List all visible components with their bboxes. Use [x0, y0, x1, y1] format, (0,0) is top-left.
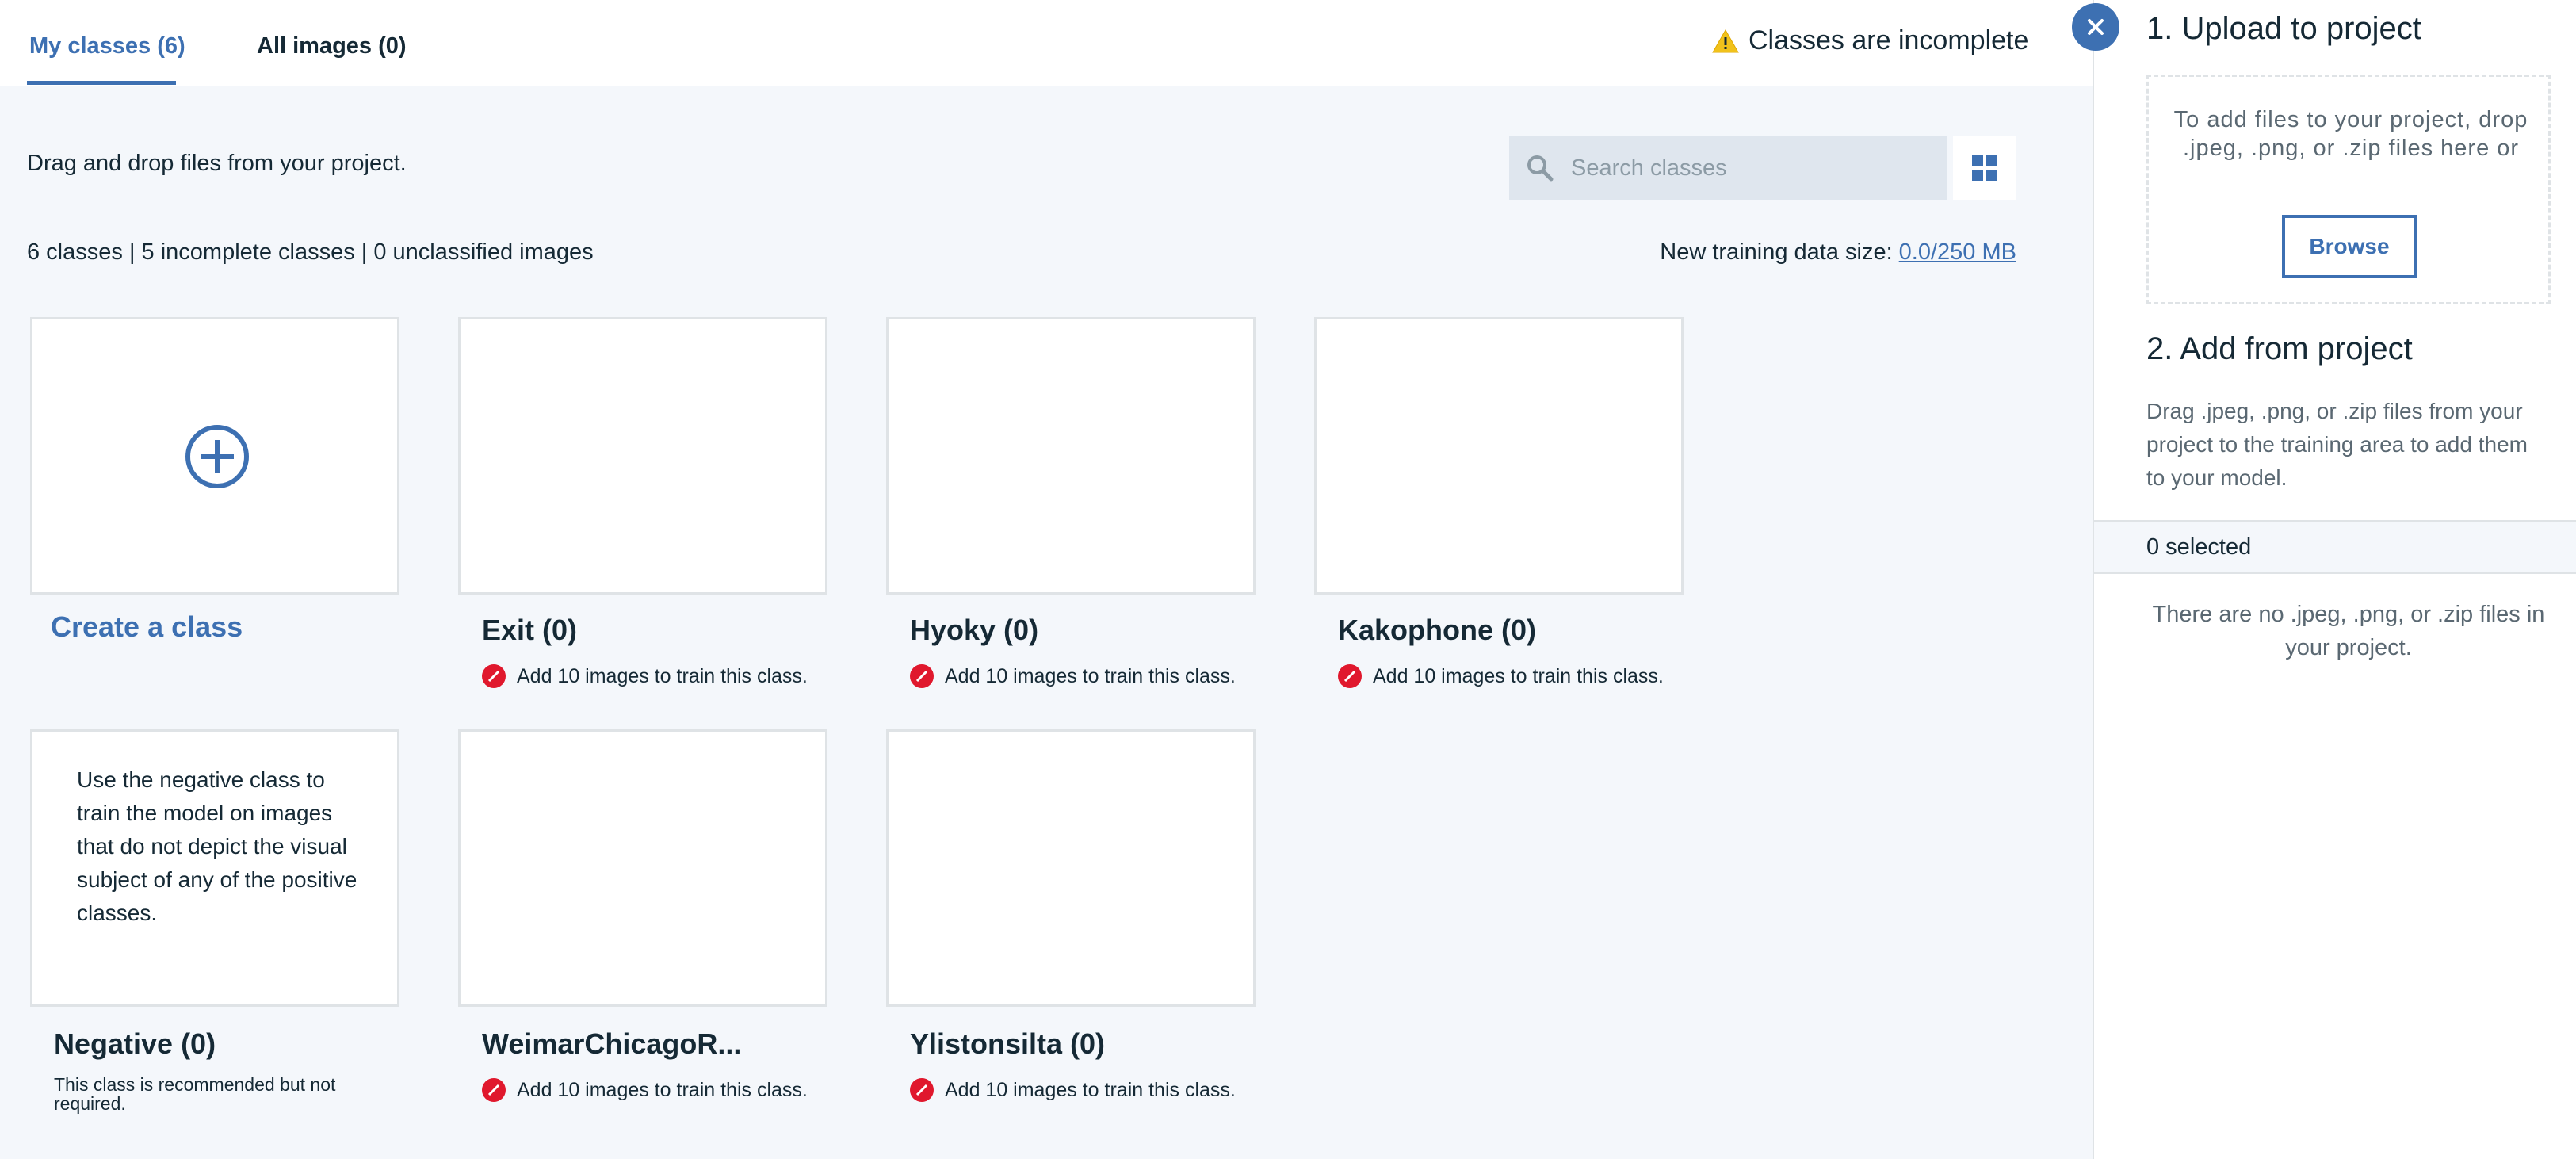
class-card-weimarchicago[interactable] [458, 729, 827, 1007]
class-warning: Add 10 images to train this class. [482, 664, 808, 688]
close-panel-button[interactable] [2072, 3, 2119, 51]
empty-files-message: There are no .jpeg, .png, or .zip files … [2152, 602, 2545, 660]
class-warning: Add 10 images to train this class. [910, 664, 1236, 688]
negative-class-title: Negative (0) [54, 1027, 216, 1060]
add-from-project-text: Drag .jpeg, .png, or .zip files from you… [2146, 399, 2528, 490]
class-title: Kakophone (0) [1338, 614, 1537, 646]
class-warning-text: Add 10 images to train this class. [517, 1078, 808, 1101]
class-warning: Add 10 images to train this class. [1338, 664, 1664, 688]
upload-dropzone[interactable]: To add files to your project, drop .jpeg… [2146, 75, 2551, 304]
class-stats: 6 classes | 5 incomplete classes | 0 unc… [27, 239, 594, 265]
class-warning-text: Add 10 images to train this class. [1373, 664, 1664, 687]
search-input[interactable] [1569, 154, 1937, 182]
selection-bar: 0 selected [2094, 520, 2576, 574]
training-area: My classes (6) All images (0) Classes ar… [0, 0, 2093, 1159]
browse-button[interactable]: Browse [2282, 215, 2417, 278]
add-circle-icon [185, 425, 249, 488]
class-warning-text: Add 10 images to train this class. [945, 664, 1236, 687]
error-icon [1338, 664, 1362, 688]
error-icon [482, 664, 506, 688]
warning-icon [1712, 29, 1739, 52]
create-class-label[interactable]: Create a class [51, 610, 243, 644]
error-icon [910, 664, 934, 688]
class-card-ylistonsilta[interactable] [886, 729, 1256, 1007]
class-warning: Add 10 images to train this class. [482, 1078, 808, 1102]
class-card-hyoky[interactable] [886, 317, 1256, 595]
class-card-exit[interactable] [458, 317, 827, 595]
size-label: New training data size: [1660, 239, 1893, 265]
negative-class-note: This class is recommended but not requir… [54, 1074, 336, 1114]
upload-heading: 1. Upload to project [2146, 11, 2421, 46]
class-title: Hyoky (0) [910, 614, 1039, 646]
data-side-panel: 1. Upload to project To add files to you… [2093, 0, 2576, 1159]
drag-hint: Drag and drop files from your project. [27, 151, 407, 176]
class-warning-text: Add 10 images to train this class. [945, 1078, 1236, 1101]
class-title: WeimarChicagoR... [482, 1027, 742, 1060]
negative-class-card[interactable]: Use the negative class to train the mode… [30, 729, 399, 1007]
search-box [1509, 136, 1947, 200]
selected-count: 0 selected [2146, 534, 2252, 560]
tab-my-classes[interactable]: My classes (6) [29, 33, 185, 59]
tab-bar: My classes (6) All images (0) Classes ar… [0, 0, 2093, 86]
class-title: Ylistonsilta (0) [910, 1027, 1106, 1060]
tab-all-images[interactable]: All images (0) [257, 33, 407, 59]
class-card-kakophone[interactable] [1314, 317, 1684, 595]
incomplete-warning: Classes are incomplete [1712, 25, 2028, 56]
size-link[interactable]: 0.0/250 MB [1899, 239, 2016, 265]
warning-text: Classes are incomplete [1749, 25, 2029, 55]
grid-view-icon [1972, 155, 1997, 181]
search-icon [1527, 155, 1554, 182]
error-icon [482, 1078, 506, 1102]
dropzone-text: To add files to your project, drop .jpeg… [2173, 107, 2528, 161]
negative-class-description: Use the negative class to train the mode… [77, 767, 357, 925]
active-tab-indicator [27, 81, 176, 85]
class-warning: Add 10 images to train this class. [910, 1078, 1236, 1102]
add-from-project-heading: 2. Add from project [2146, 331, 2413, 366]
create-class-card[interactable] [30, 317, 399, 595]
error-icon [910, 1078, 934, 1102]
close-icon [2088, 19, 2104, 35]
training-data-size: New training data size: 0.0/250 MB [1660, 239, 2016, 266]
class-warning-text: Add 10 images to train this class. [517, 664, 808, 687]
grid-view-button[interactable] [1953, 136, 2016, 200]
class-title: Exit (0) [482, 614, 578, 646]
